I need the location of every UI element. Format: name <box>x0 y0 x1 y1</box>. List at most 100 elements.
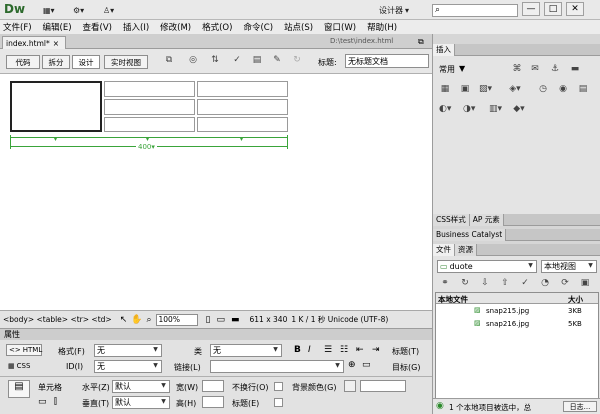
horizontal-rule-icon[interactable]: ▬ <box>569 64 581 76</box>
template-icon[interactable]: ▥▾ <box>489 104 502 116</box>
width-input[interactable] <box>202 380 224 392</box>
horz-select[interactable]: 默认 ▼ <box>112 380 170 393</box>
sync-icon[interactable]: ⟳ <box>559 278 571 290</box>
check-out-icon[interactable]: ✓ <box>519 278 531 290</box>
div-icon[interactable]: ▣ <box>459 84 471 96</box>
comment-icon[interactable]: ▤ <box>577 84 589 96</box>
extend-menu-button[interactable]: ⚙▾ <box>72 3 85 17</box>
preview-browser-icon[interactable]: ◎ <box>186 55 200 69</box>
restore-button[interactable]: □ <box>544 2 562 16</box>
properties-panel-header[interactable]: 属性 <box>0 328 432 340</box>
image-icon[interactable]: ▨▾ <box>479 84 492 96</box>
id-select[interactable]: 无 ▼ <box>94 360 162 373</box>
check-browser-icon[interactable]: ✓ <box>230 55 244 69</box>
table-width-label[interactable]: 400▾ <box>136 143 157 151</box>
table-cell[interactable] <box>104 117 195 132</box>
close-icon[interactable]: × <box>53 39 59 48</box>
document-title-input[interactable]: 无标题文档 <box>345 54 429 68</box>
select-tool-icon[interactable]: ↖ <box>120 315 128 325</box>
file-row[interactable]: ▨ snap216.jpg 5KB <box>436 319 598 330</box>
window-size[interactable]: 611 x 340 <box>250 315 288 324</box>
get-files-icon[interactable]: ⇩ <box>479 278 491 290</box>
table-cell[interactable] <box>197 81 288 97</box>
tab-assets[interactable]: 资源 <box>455 243 477 256</box>
col-size[interactable]: 大小 <box>568 294 583 305</box>
menu-item[interactable]: 帮助(H) <box>367 21 397 33</box>
check-in-icon[interactable]: ◔ <box>539 278 551 290</box>
minimize-button[interactable]: — <box>522 2 540 16</box>
menu-item[interactable]: 格式(O) <box>202 21 232 33</box>
refresh-design-icon[interactable]: ✎ <box>270 55 284 69</box>
put-files-icon[interactable]: ⇧ <box>499 278 511 290</box>
tag-chooser-icon[interactable]: ◆▾ <box>513 104 525 116</box>
insert-category-select[interactable]: 常用 ▼ <box>439 64 465 75</box>
table-cell[interactable] <box>104 81 195 97</box>
nowrap-checkbox[interactable] <box>274 382 283 391</box>
tablet-size-icon[interactable]: ▭ <box>216 315 225 325</box>
restore-doc-icon[interactable]: ⧉ <box>418 37 424 47</box>
table-cell[interactable] <box>104 99 195 115</box>
search-input[interactable]: ⌕ <box>432 4 518 17</box>
menu-item[interactable]: 编辑(E) <box>43 21 72 33</box>
header-checkbox[interactable] <box>274 398 283 407</box>
view-split-button[interactable]: 拆分 <box>42 55 70 69</box>
indent-icon[interactable]: ⇥ <box>372 345 380 355</box>
hand-tool-icon[interactable]: ✋ <box>131 315 142 325</box>
merge-cells-icon[interactable]: ▭ <box>38 397 47 407</box>
link-input[interactable]: ▼ <box>210 360 344 373</box>
view-live-button[interactable]: 实时视图 <box>104 55 148 69</box>
browse-folder-icon[interactable]: ▭ <box>362 360 371 370</box>
menu-item[interactable]: 插入(I) <box>123 21 149 33</box>
tab-ap-elements[interactable]: AP 元素 <box>469 213 504 226</box>
file-row[interactable]: ▨ snap215.jpg 3KB <box>436 306 598 317</box>
head-icon[interactable]: ◐▾ <box>439 104 451 116</box>
html-mode-button[interactable]: <> HTML <box>6 344 42 356</box>
log-button[interactable]: 日志... <box>563 401 597 412</box>
menu-item[interactable]: 文件(F) <box>3 21 32 33</box>
connect-icon[interactable]: ⚭ <box>439 278 451 290</box>
visual-aids-icon[interactable]: ▤ <box>250 55 264 69</box>
format-select[interactable]: 无 ▼ <box>94 344 162 357</box>
height-input[interactable] <box>202 396 224 408</box>
media-icon[interactable]: ◈▾ <box>509 84 521 96</box>
date-icon[interactable]: ◷ <box>537 84 549 96</box>
email-link-icon[interactable]: ✉ <box>529 64 541 76</box>
outdent-icon[interactable]: ⇤ <box>356 345 364 355</box>
refresh-icon[interactable]: ↻ <box>290 55 304 69</box>
named-anchor-icon[interactable]: ⚓ <box>549 64 561 76</box>
document-tab[interactable]: index.html* × <box>2 36 66 49</box>
ordered-list-icon[interactable]: ☷ <box>340 345 348 355</box>
split-cell-icon[interactable]: ⫿ <box>54 397 57 407</box>
script-icon[interactable]: ◑▾ <box>463 104 475 116</box>
design-canvas[interactable]: ▾ ▾ ▾ 400▾ <box>0 74 432 310</box>
column-menu-icon[interactable]: ▾ <box>240 136 243 143</box>
class-select[interactable]: 无 ▼ <box>210 344 282 357</box>
layout-menu-button[interactable]: ▦▾ <box>42 3 56 17</box>
column-menu-icon[interactable]: ▾ <box>146 136 149 143</box>
tag-selector[interactable]: <body> <table> <tr> <td> <box>3 315 112 324</box>
menu-item[interactable]: 查看(V) <box>83 21 112 33</box>
zoom-select[interactable]: 100% <box>155 313 198 326</box>
hyperlink-icon[interactable]: ⌘ <box>511 64 523 76</box>
menu-item[interactable]: 窗口(W) <box>324 21 356 33</box>
bold-button[interactable]: B <box>294 345 301 355</box>
tab-css-styles[interactable]: CSS样式 <box>433 213 470 226</box>
zoom-tool-icon[interactable]: ⌕ <box>146 315 151 325</box>
refresh-icon[interactable]: ↻ <box>459 278 471 290</box>
point-to-file-icon[interactable]: ⊕ <box>348 360 356 370</box>
view-select[interactable]: 本地视图 ▼ <box>541 260 597 273</box>
color-picker-swatch[interactable] <box>344 380 356 392</box>
tab-insert[interactable]: 插入 <box>433 43 455 56</box>
table-icon[interactable]: ▦ <box>439 84 451 96</box>
close-button[interactable]: ✕ <box>566 2 584 16</box>
table-cell[interactable] <box>197 99 288 115</box>
workspace-switcher[interactable]: 设计器 ▾ <box>378 3 410 17</box>
table-cell-selected[interactable] <box>10 81 102 132</box>
view-design-button[interactable]: 设计 <box>72 55 100 69</box>
expand-icon[interactable]: ▣ <box>579 278 591 290</box>
site-menu-button[interactable]: ♙▾ <box>102 3 115 17</box>
vert-select[interactable]: 默认 ▼ <box>112 396 170 409</box>
menu-item[interactable]: 命令(C) <box>243 21 273 33</box>
tab-business-catalyst[interactable]: Business Catalyst <box>433 228 507 241</box>
table-cell[interactable] <box>197 117 288 132</box>
